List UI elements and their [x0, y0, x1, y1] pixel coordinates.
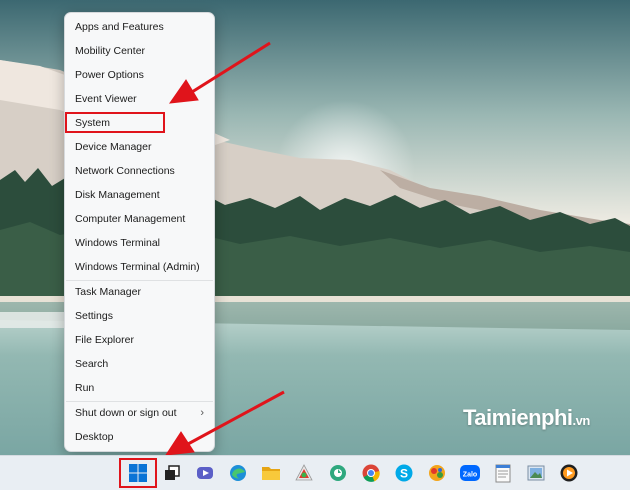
app-icon[interactable] [292, 461, 316, 485]
app-icon[interactable] [524, 461, 548, 485]
chrome-icon[interactable] [359, 461, 383, 485]
skype-icon[interactable]: S [392, 461, 416, 485]
svg-text:S: S [400, 467, 408, 481]
taskbar: S Zalo [0, 455, 630, 490]
notepad-icon[interactable] [491, 461, 515, 485]
zalo-icon[interactable]: Zalo [458, 461, 482, 485]
app-icon[interactable] [425, 461, 449, 485]
edge-icon[interactable] [226, 461, 250, 485]
teams-chat-icon[interactable] [193, 461, 217, 485]
task-view-icon[interactable] [160, 461, 184, 485]
start-icon[interactable] [126, 461, 150, 485]
file-explorer-icon[interactable] [259, 461, 283, 485]
svg-text:Zalo: Zalo [463, 472, 477, 479]
media-player-icon[interactable] [557, 461, 581, 485]
app-icon[interactable] [326, 461, 350, 485]
taimienphi-watermark-logo: Taimienphi.vn [463, 405, 590, 430]
